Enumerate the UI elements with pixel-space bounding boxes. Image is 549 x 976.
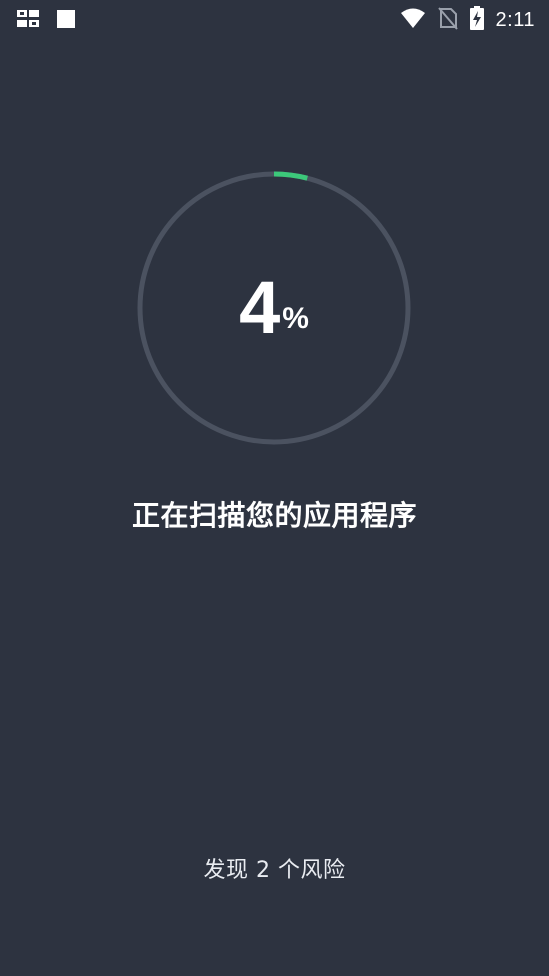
progress-unit: % (282, 302, 309, 335)
notification-app-icon (16, 8, 40, 34)
status-time: 2:11 (495, 8, 535, 31)
no-sim-icon (437, 6, 458, 34)
progress-percent: 4 % (136, 170, 412, 446)
scan-screen: 2:11 4 % 正在扫描您的应用程序 发现 2 个风险 (0, 0, 549, 976)
status-bar-right: 2:11 (400, 6, 535, 34)
risk-count-text: 发现 2 个风险 (203, 858, 346, 883)
notification-square-icon (56, 9, 76, 33)
status-bar: 2:11 (0, 0, 549, 38)
wifi-icon (400, 7, 426, 33)
progress-value: 4 (239, 266, 281, 349)
scan-progress-ring: 4 % (136, 170, 412, 446)
status-bar-left (16, 8, 76, 34)
scan-status-title: 正在扫描您的应用程序 (131, 499, 417, 532)
battery-charging-icon (469, 6, 484, 34)
